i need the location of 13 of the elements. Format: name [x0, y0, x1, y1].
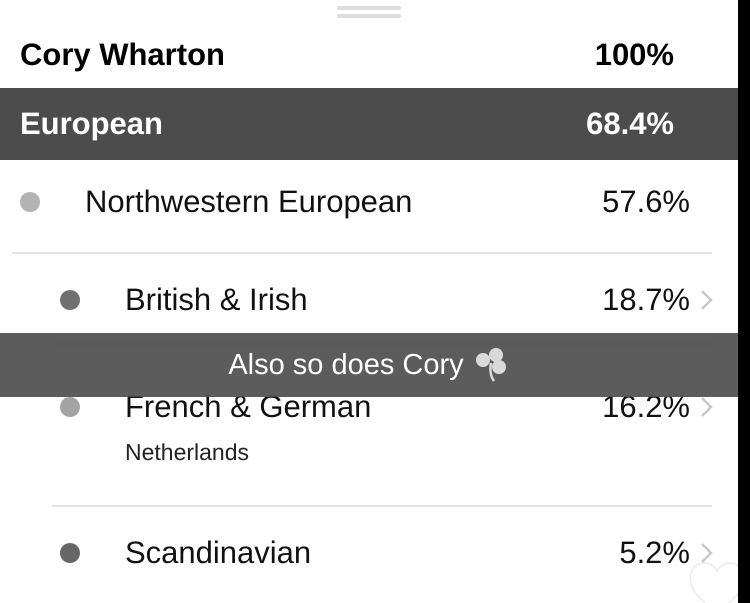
region-name: French & German [125, 389, 372, 425]
caption-text: Also so does Cory [228, 348, 464, 382]
region-percent: 57.6% [602, 184, 690, 220]
region-note: Netherlands [124, 439, 250, 466]
region-name: Scandinavian [125, 535, 312, 571]
region-percent: 16.2% [602, 389, 690, 425]
person-name: Cory Wharton [20, 37, 225, 73]
region-percent: 18.7% [602, 282, 690, 318]
region-name: British & Irish [125, 282, 308, 318]
region-name: Northwestern European [85, 184, 412, 220]
total-percent: 100% [594, 37, 674, 73]
region-header: European 68.4% [0, 88, 738, 160]
region-percent: 5.2% [619, 535, 690, 571]
